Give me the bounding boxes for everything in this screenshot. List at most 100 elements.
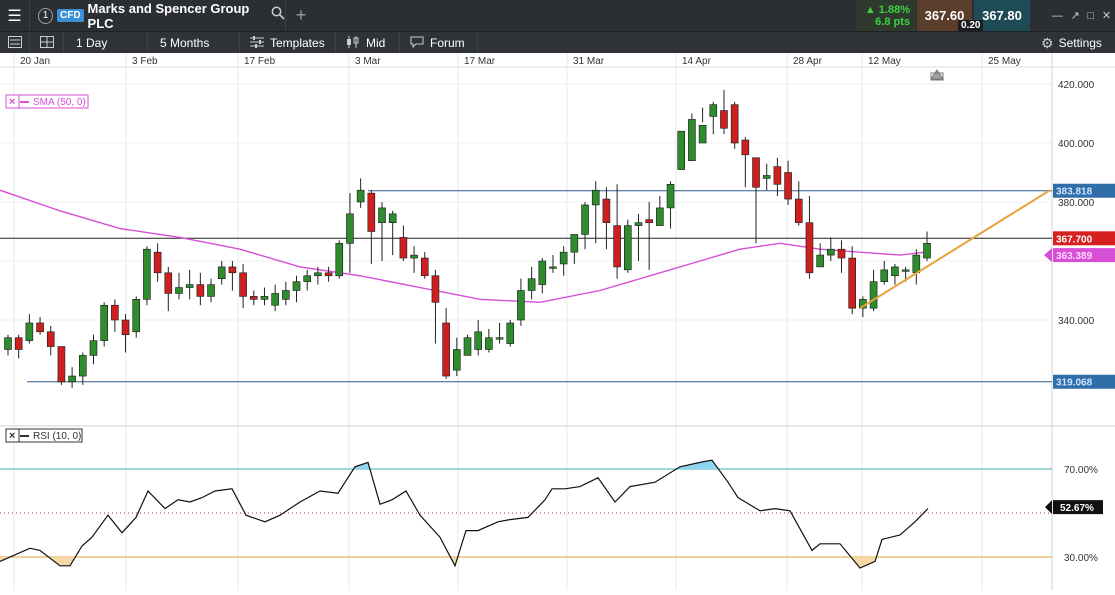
x-axis-label: 28 Apr: [793, 56, 823, 67]
add-tab-button[interactable]: +: [290, 0, 312, 31]
candle-body: [68, 375, 76, 383]
settings-button[interactable]: ⚙ Settings: [1035, 32, 1115, 54]
chart-list-button[interactable]: [0, 32, 30, 54]
forum-button[interactable]: Forum: [400, 32, 478, 54]
candle-body: [79, 355, 87, 377]
sliders-icon: [250, 35, 264, 51]
templates-label: Templates: [270, 36, 325, 50]
price-chart[interactable]: 20 Jan 3 Feb 17 Feb 3 Mar 17 Mar 31 Mar 14 Apr…: [0, 53, 1115, 590]
settings-label: Settings: [1058, 36, 1102, 50]
candle-body: [89, 340, 98, 356]
candle-body: [613, 225, 621, 268]
rsi-legend-label: RSI (10, 0): [33, 431, 81, 442]
candle-body: [805, 222, 814, 274]
candle-body: [346, 213, 354, 244]
price-axis-label: 380.000: [1058, 198, 1095, 209]
price-axis-label: 340.000: [1058, 316, 1095, 327]
menu-button[interactable]: ☰: [0, 0, 30, 31]
candle-body: [367, 192, 376, 232]
cfd-badge: CFD: [56, 9, 84, 22]
svg-text:×: ×: [9, 96, 15, 108]
svg-text:×: ×: [9, 430, 15, 442]
layout-button[interactable]: [30, 32, 64, 54]
candle-body: [46, 331, 55, 347]
chart-toolbar: 1 Day 5 Months Templates Mid Forum ⚙ Set…: [0, 31, 1115, 54]
candle-body: [891, 266, 899, 277]
x-axis-label: 25 May: [988, 56, 1021, 67]
x-axis-label: 17 Mar: [464, 56, 496, 67]
candle-body: [527, 278, 536, 291]
close-icon[interactable]: ✕: [1102, 9, 1111, 22]
grid-layout-icon: [39, 35, 54, 51]
interval-selector[interactable]: 1 Day: [64, 32, 148, 54]
daily-change: ▲ 1.88% 6.8 pts: [856, 0, 916, 31]
candle-body: [228, 266, 237, 274]
price-axis-label: 400.000: [1058, 139, 1095, 150]
chart-order-badge: 1: [38, 7, 53, 24]
candle-body: [356, 189, 365, 203]
candle-body: [506, 322, 515, 344]
chart-area[interactable]: 20 Jan 3 Feb 17 Feb 3 Mar 17 Mar 31 Mar 14 Apr…: [0, 53, 1115, 590]
candle-body: [741, 139, 750, 156]
candle-body: [559, 251, 568, 265]
candle-body: [602, 198, 611, 223]
candle-body: [324, 272, 333, 277]
candle-body: [292, 281, 301, 291]
price-type-selector[interactable]: Mid: [336, 32, 400, 54]
instrument-name: Marks and Spencer Group PLC: [87, 0, 250, 31]
candle-body: [720, 110, 728, 129]
candle-body: [827, 248, 835, 256]
candle-body: [645, 219, 653, 223]
maximize-icon[interactable]: □: [1088, 10, 1095, 22]
candle-body: [901, 269, 910, 272]
templates-button[interactable]: Templates: [240, 32, 336, 54]
candle-body: [121, 319, 130, 336]
candle-body: [634, 222, 643, 226]
candle-body: [100, 304, 108, 341]
candle-body: [591, 189, 600, 206]
search-icon[interactable]: [271, 6, 285, 25]
forum-label: Forum: [430, 36, 465, 50]
plus-icon: +: [295, 5, 307, 25]
candle-body: [335, 243, 344, 277]
candle-body: [698, 125, 707, 144]
gear-icon: ⚙: [1041, 34, 1054, 51]
range-selector[interactable]: 5 Months: [148, 32, 240, 54]
window-controls: — ↗ □ ✕: [1048, 0, 1115, 31]
candle-body: [495, 337, 504, 340]
candle-body: [784, 172, 792, 200]
rsi-axis-label: 30.00%: [1064, 553, 1098, 564]
instrument-header[interactable]: 1 CFD Marks and Spencer Group PLC: [30, 0, 286, 31]
rsi-legend[interactable]: × RSI (10, 0): [5, 428, 83, 443]
candle-body: [239, 272, 247, 297]
candle-body: [485, 337, 493, 350]
sma-legend[interactable]: × SMA (50, 0): [5, 94, 89, 109]
buy-price: 367.80: [982, 8, 1022, 23]
candle-body: [271, 293, 279, 306]
price-axis-label: 420.000: [1058, 80, 1095, 91]
candle-body: [378, 207, 386, 223]
candle-body: [923, 243, 931, 259]
candle-body: [132, 299, 141, 333]
candle-body: [111, 304, 119, 321]
candle-body: [816, 254, 824, 268]
sma-color-swatch: [20, 101, 29, 103]
candle-body: [538, 260, 547, 285]
candle-body: [688, 119, 696, 162]
x-axis-label: 3 Feb: [132, 56, 158, 67]
popout-icon[interactable]: ↗: [1071, 9, 1080, 22]
candle-body: [848, 257, 856, 309]
candle-body: [303, 275, 312, 282]
current-price-tag: 367.700: [1056, 234, 1093, 245]
minimize-icon[interactable]: —: [1052, 10, 1063, 22]
candle-body: [474, 331, 482, 350]
candle-body: [410, 254, 418, 259]
candle-body: [517, 290, 525, 321]
candle-body: [25, 322, 34, 341]
candle-body: [730, 104, 739, 144]
candle-body: [709, 104, 718, 117]
x-axis-label: 12 May: [868, 56, 901, 67]
candle-body: [656, 207, 664, 226]
rsi-color-swatch: [20, 435, 29, 437]
candle-body: [207, 284, 215, 297]
